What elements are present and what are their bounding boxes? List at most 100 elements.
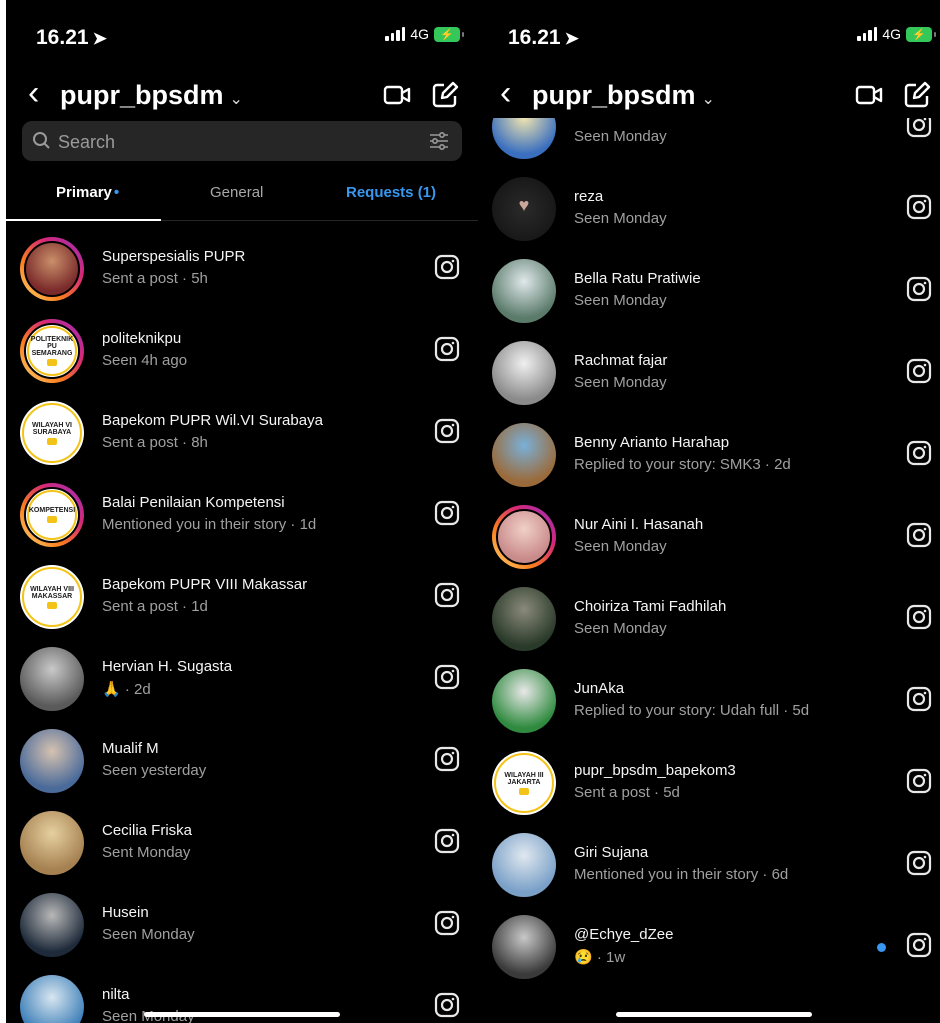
conversation-row[interactable]: @Echye_dZee 😢 · 1w xyxy=(478,906,940,988)
avatar-container[interactable]: WILAYAH VIII MAKASSAR xyxy=(20,565,84,629)
camera-icon[interactable] xyxy=(434,828,460,859)
camera-icon[interactable] xyxy=(434,910,460,941)
conversation-row[interactable]: Hervian H. Sugasta 🙏 · 2d xyxy=(6,638,478,720)
conversation-row[interactable]: ♥ reza Seen Monday xyxy=(478,168,940,250)
camera-icon[interactable] xyxy=(906,686,932,717)
avatar xyxy=(492,833,556,897)
avatar: WILAYAH VIII MAKASSAR xyxy=(20,565,84,629)
conversation-row[interactable]: WILAYAH III JAKARTA pupr_bpsdm_bapekom3 Se… xyxy=(478,742,940,824)
camera-icon[interactable] xyxy=(434,664,460,695)
camera-icon[interactable] xyxy=(906,932,932,963)
camera-icon[interactable] xyxy=(434,254,460,285)
conversation-name: Mualif M xyxy=(102,740,159,757)
avatar xyxy=(496,509,552,565)
conversation-row[interactable]: Choiriza Tami Fadhilah Seen Monday xyxy=(478,578,940,660)
conversation-list: Superspesialis PUPR Sent a post · 5h POLIT… xyxy=(6,0,478,1023)
conversation-name: nilta xyxy=(102,986,130,1003)
camera-icon[interactable] xyxy=(906,768,932,799)
camera-icon[interactable] xyxy=(906,604,932,635)
camera-icon[interactable] xyxy=(434,418,460,449)
avatar xyxy=(492,259,556,323)
story-ring[interactable] xyxy=(20,237,84,301)
avatar xyxy=(492,587,556,651)
logo-text: WILAYAH VI SURABAYA xyxy=(32,421,72,436)
camera-icon[interactable] xyxy=(434,746,460,777)
story-ring[interactable]: POLITEKNIK PU SEMARANG xyxy=(20,319,84,383)
story-ring[interactable]: KOMPETENSI xyxy=(20,483,84,547)
avatar-container[interactable]: WILAYAH III JAKARTA xyxy=(492,751,556,815)
avatar-container[interactable] xyxy=(20,647,84,711)
conversation-name: JunAka xyxy=(574,680,625,697)
avatar: WILAYAH VI SURABAYA xyxy=(20,401,84,465)
conversation-name: Bapekom PUPR Wil.VI Surabaya xyxy=(102,412,323,429)
conversation-status: Sent a post · 8h xyxy=(102,434,208,451)
heart-icon: ♥ xyxy=(518,195,530,215)
camera-icon[interactable] xyxy=(906,850,932,881)
avatar-container[interactable] xyxy=(20,729,84,793)
camera-icon[interactable] xyxy=(906,522,932,553)
battery-charging-icon: ⚡ xyxy=(906,26,936,42)
conversation-name: Superspesialis PUPR xyxy=(102,248,246,265)
avatar xyxy=(20,729,84,793)
conversation-name: politeknikpu xyxy=(102,330,182,347)
avatar-container[interactable] xyxy=(492,341,556,405)
conversation-row[interactable]: JunAka Replied to your story: Udah full ·… xyxy=(478,660,940,742)
status-bar: 16.21 ➤ 4G ⚡ xyxy=(478,0,940,60)
camera-icon[interactable] xyxy=(434,500,460,531)
avatar: KOMPETENSI xyxy=(24,487,80,543)
camera-icon[interactable] xyxy=(906,194,932,225)
conversation-name: Bella Ratu Pratiwie xyxy=(574,270,701,287)
avatar-container[interactable] xyxy=(20,893,84,957)
avatar: ♥ xyxy=(492,177,556,241)
conversation-row[interactable]: Superspesialis PUPR Sent a post · 5h xyxy=(6,228,478,310)
conversation-row[interactable]: KOMPETENSI Balai Penilaian Kompetensi Ment… xyxy=(6,474,478,556)
dm-header: ‹ pupr_bpsdm ⌄ xyxy=(478,74,940,118)
back-chevron-icon[interactable]: ‹ xyxy=(500,76,511,110)
avatar-container[interactable] xyxy=(492,669,556,733)
conversation-row[interactable]: WILAYAH VIII MAKASSAR Bapekom PUPR VIII M… xyxy=(6,556,478,638)
account-switcher[interactable]: pupr_bpsdm ⌄ xyxy=(532,80,715,111)
camera-icon[interactable] xyxy=(434,992,460,1023)
conversation-row[interactable]: WILAYAH VI SURABAYA Bapekom PUPR Wil.VI S… xyxy=(6,392,478,474)
avatar-container[interactable] xyxy=(492,423,556,487)
conversation-status: Replied to your story: Udah full · 5d xyxy=(574,702,810,719)
conversation-status: Replied to your story: SMK3 · 2d xyxy=(574,456,791,473)
conversation-status: Seen Monday xyxy=(574,620,667,637)
conversation-status: Mentioned you in their story · 6d xyxy=(574,866,789,883)
avatar-container[interactable] xyxy=(492,259,556,323)
camera-icon[interactable] xyxy=(906,358,932,389)
avatar-container[interactable] xyxy=(492,915,556,979)
conversation-row[interactable]: Husein Seen Monday xyxy=(6,884,478,966)
signal-icon xyxy=(857,27,878,41)
conversation-status: Seen 4h ago xyxy=(102,352,188,369)
camera-icon[interactable] xyxy=(906,440,932,471)
conversation-row[interactable]: Mualif M Seen yesterday xyxy=(6,720,478,802)
logo-text: KOMPETENSI xyxy=(28,507,76,514)
avatar-container[interactable]: WILAYAH VI SURABAYA xyxy=(20,401,84,465)
conversation-row[interactable]: Nur Aini I. Hasanah Seen Monday xyxy=(478,496,940,578)
conversation-row[interactable]: Bella Ratu Pratiwie Seen Monday xyxy=(478,250,940,332)
camera-icon[interactable] xyxy=(906,276,932,307)
avatar-container[interactable] xyxy=(20,811,84,875)
video-call-icon[interactable] xyxy=(854,80,884,110)
avatar xyxy=(20,647,84,711)
conversation-name: Bapekom PUPR VIII Makassar xyxy=(102,576,308,593)
avatar-container[interactable] xyxy=(492,587,556,651)
conversation-row[interactable]: Rachmat fajar Seen Monday xyxy=(478,332,940,414)
avatar-container[interactable] xyxy=(492,833,556,897)
camera-icon[interactable] xyxy=(434,582,460,613)
compose-icon[interactable] xyxy=(902,80,932,110)
conversation-row[interactable]: Cecilia Friska Sent Monday xyxy=(6,802,478,884)
conversation-row[interactable]: Giri Sujana Mentioned you in their story … xyxy=(478,824,940,906)
avatar xyxy=(20,811,84,875)
conversation-list: Seen Monday ♥ reza Seen Monday Bella Ratu Pr… xyxy=(478,0,940,1023)
story-ring[interactable] xyxy=(492,505,556,569)
conversation-name: Benny Arianto Harahap xyxy=(574,434,730,451)
avatar-container[interactable]: ♥ xyxy=(492,177,556,241)
conversation-row[interactable]: POLITEKNIK PU SEMARANG politeknikpu Seen 4… xyxy=(6,310,478,392)
camera-icon[interactable] xyxy=(434,336,460,367)
conversation-status: Seen Monday xyxy=(574,128,667,145)
conversation-status: Sent a post · 1d xyxy=(102,598,208,615)
avatar-container[interactable] xyxy=(20,975,84,1023)
conversation-row[interactable]: Benny Arianto Harahap Replied to your sto… xyxy=(478,414,940,496)
